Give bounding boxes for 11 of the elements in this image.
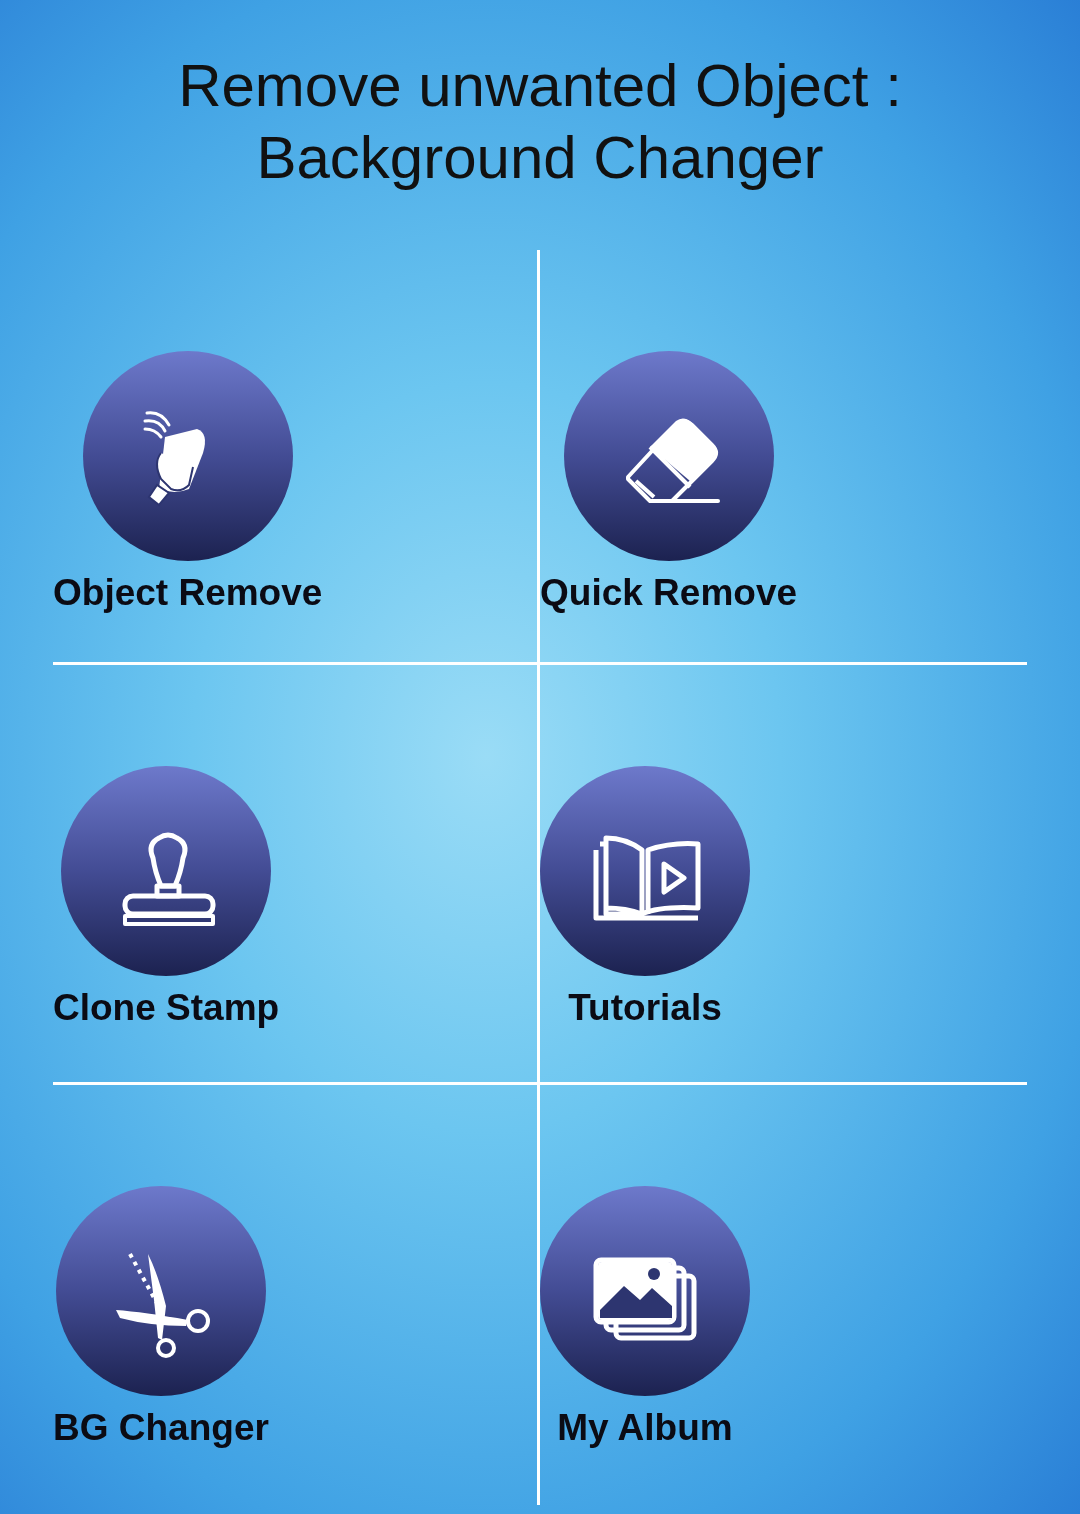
menu-button[interactable]: Object Remove [53,351,323,615]
menu-button[interactable]: BG Changer [53,1186,269,1450]
menu-button[interactable]: My Album [540,1186,750,1450]
app-title: Remove unwanted Object : Background Changer [177,51,903,193]
scissors-icon [55,1186,266,1396]
menu-button[interactable]: Quick Remove [540,351,798,615]
hand-wipe-icon [82,351,293,561]
menu-button[interactable]: Tutorials [540,766,750,1030]
eraser-icon [563,351,774,561]
stamp-icon [61,766,272,976]
menu-button[interactable]: Clone Stamp [53,766,280,1030]
